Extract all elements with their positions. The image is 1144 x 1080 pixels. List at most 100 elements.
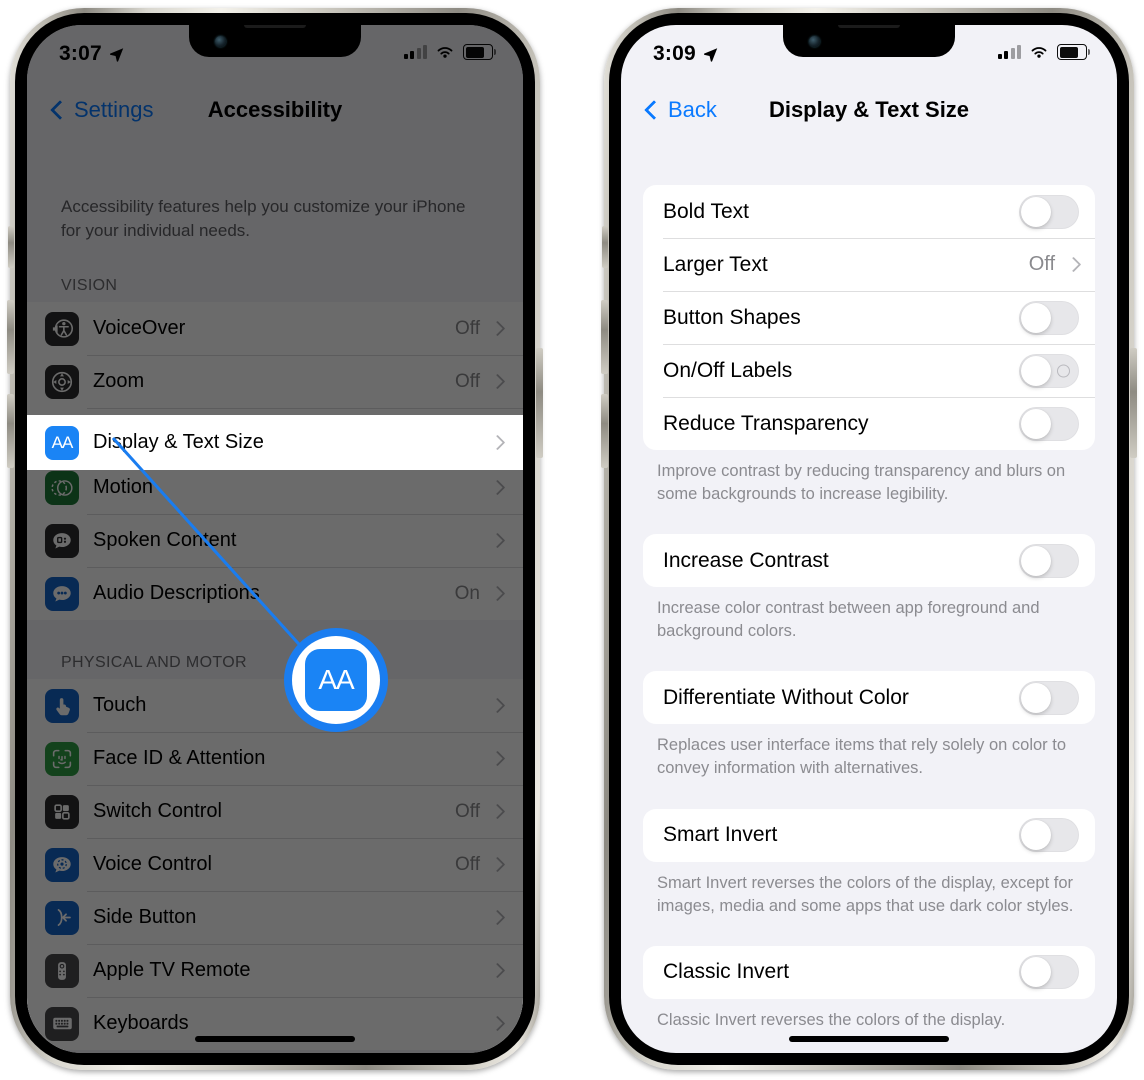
row-label: Larger Text xyxy=(663,252,768,276)
list-item-zoom[interactable]: Zoom Off xyxy=(27,355,523,408)
list-item-value: Off xyxy=(455,853,480,875)
display-text-size-icon: AA xyxy=(45,425,79,460)
right-power-button[interactable] xyxy=(1130,348,1137,458)
right-mute-switch[interactable] xyxy=(602,226,608,268)
chevron-right-icon xyxy=(489,320,506,337)
right-volume-up-button[interactable] xyxy=(601,300,608,374)
row-label: Classic Invert xyxy=(663,960,790,984)
list-item-spoken-content[interactable]: Spoken Content xyxy=(27,514,523,567)
right-scroll-view[interactable]: Bold Text Larger Text Off Button Shapes … xyxy=(621,135,1117,1053)
toggle-knob xyxy=(1021,408,1051,439)
apple-tv-remote-icon xyxy=(45,953,79,988)
cellular-signal-icon xyxy=(997,45,1021,59)
list-item-audio-descriptions[interactable]: Audio Descriptions On xyxy=(27,567,523,620)
toggle-off-label-icon xyxy=(1057,364,1070,377)
list-item-label: Voice Control xyxy=(93,853,212,876)
chevron-right-icon xyxy=(489,962,506,979)
chevron-right-icon xyxy=(489,856,506,873)
list-item-voiceover[interactable]: VoiceOver Off xyxy=(27,302,523,355)
toggle-knob xyxy=(1021,355,1051,386)
list-item-label: Apple TV Remote xyxy=(93,959,251,982)
voice-control-icon xyxy=(45,847,79,882)
voiceover-icon xyxy=(45,311,79,346)
face-id-icon xyxy=(45,741,79,776)
row-reduce-transparency[interactable]: Reduce Transparency xyxy=(643,397,1095,450)
increase-contrast-toggle[interactable] xyxy=(1019,543,1079,578)
classic-invert-toggle[interactable] xyxy=(1019,955,1079,990)
highlighted-row-content[interactable]: AA Display & Text Size xyxy=(27,415,523,470)
row-larger-text[interactable]: Larger Text Off xyxy=(643,238,1095,291)
left-power-button[interactable] xyxy=(536,348,543,458)
list-item-label: Keyboards xyxy=(93,1012,189,1035)
footer-classic-invert: Classic Invert reverses the colors of th… xyxy=(657,1010,1006,1029)
left-scroll-view[interactable]: Accessibility features help you customiz… xyxy=(27,143,523,1053)
list-item-voice-control[interactable]: Voice Control Off xyxy=(27,838,523,891)
row-increase-contrast[interactable]: Increase Contrast xyxy=(643,534,1095,587)
list-item-label: Display & Text Size xyxy=(93,431,264,453)
button-shapes-toggle[interactable] xyxy=(1019,300,1079,335)
row-button-shapes[interactable]: Button Shapes xyxy=(643,291,1095,344)
display-text-group-5: Classic Invert xyxy=(643,945,1095,999)
row-label: Differentiate Without Color xyxy=(663,685,909,709)
footer-increase-contrast: Increase color contrast between app fore… xyxy=(657,599,1040,641)
list-item-touch[interactable]: Touch xyxy=(27,679,523,732)
section-header-physical-and-motor: PHYSICAL AND MOTOR xyxy=(61,654,247,672)
left-mute-switch[interactable] xyxy=(8,226,14,268)
right-home-indicator[interactable] xyxy=(789,1036,949,1042)
footer-reduce-transparency: Improve contrast by reducing transparenc… xyxy=(657,462,1066,504)
zoom-icon xyxy=(45,364,79,399)
reduce-transparency-toggle[interactable] xyxy=(1019,406,1079,441)
right-status-time-group: 3:09 xyxy=(653,42,719,66)
row-smart-invert[interactable]: Smart Invert xyxy=(643,809,1095,862)
chevron-right-icon xyxy=(1065,256,1082,273)
location-arrow-icon xyxy=(703,47,718,62)
row-classic-invert[interactable]: Classic Invert xyxy=(643,946,1095,999)
display-text-group-4: Smart Invert xyxy=(643,808,1095,862)
left-page-title: Accessibility xyxy=(207,97,343,122)
left-status-time-group: 3:07 xyxy=(59,42,125,66)
differentiate-without-color-toggle[interactable] xyxy=(1019,680,1079,715)
chevron-right-icon xyxy=(489,532,506,549)
list-item-apple-tv-remote[interactable]: Apple TV Remote xyxy=(27,944,523,997)
list-item-value: Off xyxy=(455,317,480,339)
left-home-indicator[interactable] xyxy=(195,1036,355,1042)
right-notch xyxy=(783,25,955,57)
list-item-switch-control[interactable]: Switch Control Off xyxy=(27,785,523,838)
row-label: Increase Contrast xyxy=(663,548,829,572)
list-item-value: Off xyxy=(455,370,480,392)
list-item-label: Switch Control xyxy=(93,800,222,823)
list-item-label: Face ID & Attention xyxy=(93,747,266,770)
screenshot-stage: 3:07 Settings Accessibility Accessibilit… xyxy=(0,0,1144,1080)
row-label: Smart Invert xyxy=(663,823,778,847)
right-page-title: Display & Text Size xyxy=(768,97,970,122)
section-header-vision: VISION xyxy=(61,277,118,295)
chevron-right-icon xyxy=(489,909,506,926)
left-volume-up-button[interactable] xyxy=(7,300,14,374)
toggle-knob xyxy=(1021,196,1051,227)
bold-text-toggle[interactable] xyxy=(1019,194,1079,229)
cellular-signal-icon xyxy=(403,45,427,59)
smart-invert-toggle[interactable] xyxy=(1019,818,1079,853)
list-item-label: Spoken Content xyxy=(93,529,237,552)
keyboards-icon xyxy=(45,1006,79,1041)
right-device-screen: 3:09 Back Display & Text Size Bold Text … xyxy=(621,25,1117,1053)
side-button-icon xyxy=(45,900,79,935)
list-item-keyboards[interactable]: Keyboards xyxy=(27,997,523,1050)
row-bold-text[interactable]: Bold Text xyxy=(643,185,1095,238)
list-item-side-button[interactable]: Side Button xyxy=(27,891,523,944)
wifi-icon xyxy=(437,46,453,58)
right-volume-down-button[interactable] xyxy=(601,394,608,468)
highlighted-row-display-and-text-size[interactable]: AA Display & Text Size xyxy=(27,415,523,470)
chevron-right-icon xyxy=(489,585,506,602)
list-item-value: On xyxy=(454,582,480,604)
row-differentiate-without-color[interactable]: Differentiate Without Color xyxy=(643,671,1095,724)
audio-descriptions-icon xyxy=(45,576,79,611)
left-iphone-device: 3:07 Settings Accessibility Accessibilit… xyxy=(7,8,543,1070)
list-item-face-id-and-attention[interactable]: Face ID & Attention xyxy=(27,732,523,785)
toggle-knob xyxy=(1021,302,1051,333)
display-text-group-1: Bold Text Larger Text Off Button Shapes … xyxy=(643,185,1095,450)
left-notch xyxy=(189,25,361,57)
row-on-off-labels[interactable]: On/Off Labels xyxy=(643,344,1095,397)
on-off-labels-toggle[interactable] xyxy=(1019,353,1079,388)
left-volume-down-button[interactable] xyxy=(7,394,14,468)
